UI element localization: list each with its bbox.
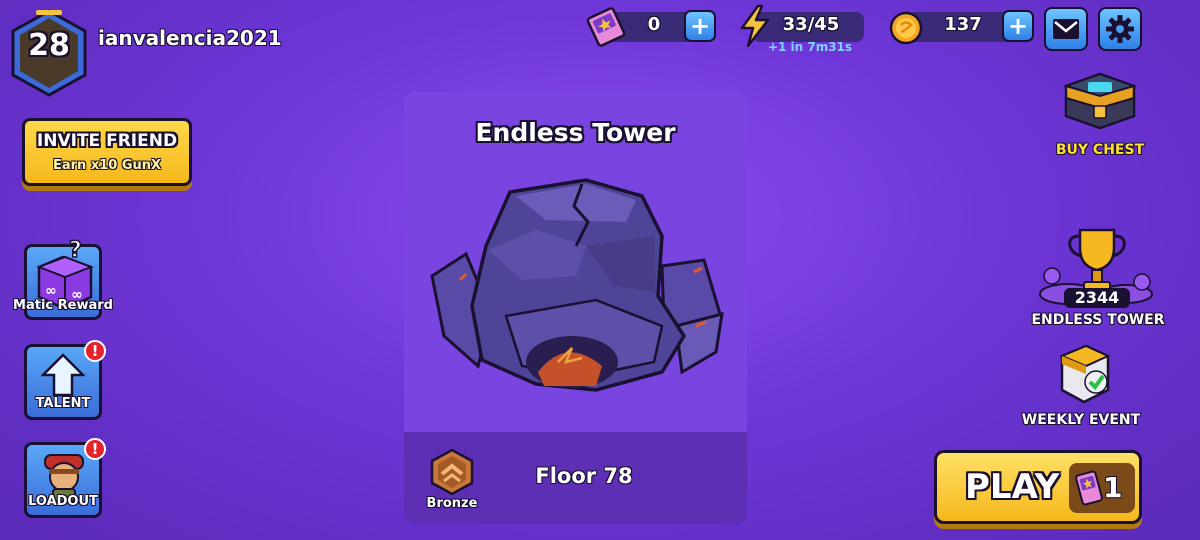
coin-count: 137 bbox=[944, 14, 982, 35]
chest-icon bbox=[1062, 72, 1138, 130]
play-label: PLAY bbox=[965, 467, 1060, 507]
talent-alert-badge: ! bbox=[84, 340, 106, 362]
ticket-icon bbox=[586, 7, 626, 47]
coin-icon bbox=[889, 11, 923, 45]
rank-label: Bronze bbox=[426, 496, 478, 511]
loadout-alert-badge: ! bbox=[84, 438, 106, 460]
matic-reward-label: Matic Reward bbox=[13, 298, 113, 313]
energy-timer: +1 in 7m31s bbox=[767, 40, 853, 54]
username: ianvalencia2021 bbox=[98, 26, 282, 50]
endless-tower-label: ENDLESS TOWER bbox=[1031, 312, 1165, 328]
plus-icon: + bbox=[1007, 12, 1029, 40]
endless-tower-card[interactable]: Endless Tower Bronze Floor 78 bbox=[404, 92, 747, 524]
card-title: Endless Tower bbox=[475, 118, 676, 147]
weekly-event-label: WEEKLY EVENT bbox=[1021, 412, 1141, 428]
svg-text:∞: ∞ bbox=[45, 283, 57, 299]
mail-icon bbox=[1053, 19, 1079, 39]
bronze-rank-icon bbox=[430, 448, 474, 496]
ticket-count: 0 bbox=[647, 14, 661, 35]
energy-count: 33/45 bbox=[782, 14, 840, 35]
add-coins-button[interactable]: + bbox=[1002, 10, 1034, 42]
plus-icon: + bbox=[689, 12, 711, 40]
buy-chest-label: BUY CHEST bbox=[1055, 142, 1145, 158]
invite-subtitle: Earn x10 GunX bbox=[52, 158, 162, 173]
gear-icon bbox=[1106, 15, 1134, 43]
buy-chest-button[interactable]: BUY CHEST bbox=[1040, 66, 1160, 166]
invite-title: INVITE FRIEND bbox=[36, 131, 178, 151]
invite-friend-button[interactable]: INVITE FRIEND Earn x10 GunX bbox=[22, 118, 192, 186]
player-level: 28 bbox=[28, 28, 70, 63]
tower-rock-icon bbox=[430, 178, 724, 392]
talent-label: TALENT bbox=[35, 396, 91, 411]
calendar-check-icon bbox=[1059, 344, 1111, 404]
ticket-icon bbox=[1075, 470, 1103, 506]
endless-tower-leaderboard[interactable]: 2344 ENDLESS TOWER bbox=[1026, 226, 1170, 334]
mail-button[interactable] bbox=[1044, 7, 1088, 51]
floor-label: Floor 78 bbox=[535, 464, 633, 488]
settings-button[interactable] bbox=[1098, 7, 1142, 51]
loadout-label: LOADOUT bbox=[28, 494, 98, 509]
arrow-up-icon bbox=[41, 353, 85, 397]
play-cost-value: 1 bbox=[1103, 471, 1123, 504]
endless-tower-score: 2344 bbox=[1074, 288, 1120, 307]
weekly-event-button[interactable]: WEEKLY EVENT bbox=[1016, 340, 1146, 432]
add-tickets-button[interactable]: + bbox=[684, 10, 716, 42]
play-button[interactable]: PLAY 1 bbox=[934, 450, 1142, 524]
play-cost: 1 bbox=[1069, 463, 1135, 513]
